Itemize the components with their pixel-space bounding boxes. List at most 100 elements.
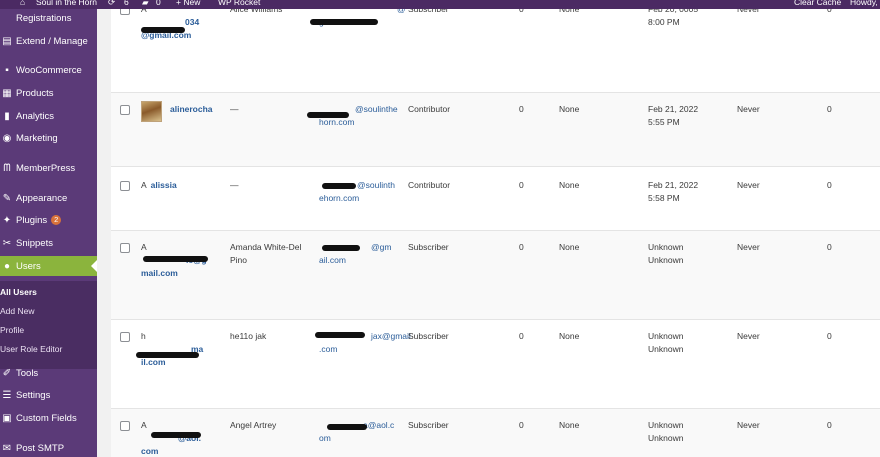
sidebar-item-analytics[interactable]: ▮ Analytics — [0, 106, 97, 126]
sidebar-item-products[interactable]: ▦ Products — [0, 83, 97, 103]
registered-cell: Feb 20, 0005 8:00 PM — [648, 9, 698, 29]
redaction-mark — [307, 112, 349, 118]
registered-date: Unknown — [648, 420, 684, 430]
user-name: — — [230, 104, 239, 114]
sidebar-item-extend-manage[interactable]: ▤ Extend / Manage — [0, 31, 97, 51]
username-cell: A @aol. com — [141, 419, 201, 457]
last-login-cell: Never — [737, 104, 760, 114]
home-icon[interactable]: ⌂ — [20, 0, 25, 8]
count-cell: 0 — [827, 104, 832, 114]
count-cell: 0 — [827, 420, 832, 430]
sidebar-item-appearance[interactable]: ✎ Appearance — [0, 188, 97, 208]
sidebar-item-label: Analytics — [16, 110, 55, 122]
sidebar-item-label: Plugins — [16, 214, 48, 226]
last-login-cell: Never — [737, 331, 760, 341]
sidebar-item-settings[interactable]: ☰ Settings — [0, 385, 97, 405]
woo-icon: ▪ — [5, 64, 9, 76]
username-initial: h — [141, 331, 146, 341]
last-login-cell: Never — [737, 9, 760, 14]
registered-date: 5:55 PM — [648, 117, 680, 127]
registered-date: Unknown — [648, 242, 684, 252]
email-link[interactable]: ail.com — [319, 254, 391, 267]
email-cell: a@aol.c om — [319, 419, 394, 445]
appearance-icon: ✎ — [2, 192, 12, 204]
submenu-item-profile[interactable]: Profile — [0, 325, 24, 335]
email-link[interactable]: ehorn.com — [319, 192, 395, 205]
count-cell: 0 — [827, 331, 832, 341]
posts-count: 0 — [519, 180, 524, 190]
registered-cell: Feb 21, 2022 5:58 PM — [648, 179, 698, 205]
sidebar-item-marketing[interactable]: ◉ Marketing — [0, 128, 97, 148]
redaction-mark — [151, 432, 201, 438]
submenu-item-user-role-editor[interactable]: User Role Editor — [0, 344, 62, 354]
submenu-item-add-new[interactable]: Add New — [0, 306, 35, 316]
user-name: — — [230, 180, 239, 190]
row-checkbox[interactable] — [120, 105, 130, 115]
username-link[interactable]: alinerocha — [170, 103, 213, 116]
credentials-cell: None — [559, 104, 580, 114]
role-cell: Subscriber — [408, 331, 449, 341]
registered-date: Feb 21, 2022 — [648, 180, 699, 190]
wp-rocket-link[interactable]: WP Rocket — [218, 0, 260, 8]
sidebar-item-label: Users — [16, 260, 41, 272]
email-link[interactable]: @ — [319, 9, 406, 16]
redaction-mark — [315, 332, 365, 338]
registered-date: Unknown — [648, 433, 684, 443]
sidebar-item-tools[interactable]: ✐ Tools — [0, 363, 97, 383]
sidebar-item-label: Extend / Manage — [16, 35, 88, 47]
row-checkbox[interactable] — [120, 332, 130, 342]
comments-icon[interactable]: ▰ — [142, 0, 149, 8]
submenu-item-all-users[interactable]: All Users — [0, 287, 37, 297]
row-checkbox[interactable] — [120, 243, 130, 253]
redaction-mark — [310, 19, 378, 25]
settings-icon: ☰ — [2, 389, 12, 401]
row-checkbox[interactable] — [120, 9, 130, 15]
sidebar-item-woocommerce[interactable]: ▪ WooCommerce — [0, 60, 97, 80]
redaction-mark — [327, 424, 367, 430]
table-row: Aalissia — @soulinth ehorn.com Contributor 0 N… — [111, 167, 880, 231]
sidebar-item-memberpress[interactable]: ᗰ MemberPress — [0, 158, 97, 178]
table-row: A @aol. com Angel Artrey a@aol.c om Subscriber… — [111, 409, 880, 457]
email-link[interactable]: .com — [319, 343, 411, 356]
username-link[interactable]: alissia — [151, 180, 177, 190]
clear-cache-link[interactable]: Clear Cache — [794, 0, 841, 8]
registrations-icon — [2, 13, 12, 23]
count-cell: 0 — [827, 242, 832, 252]
comments-count[interactable]: 0 — [156, 0, 161, 8]
table-row: h ma il.com he11o jak jax@gmail .com Subscribe… — [111, 320, 880, 409]
plugins-icon: ✦ — [2, 214, 12, 226]
username-cell: h ma il.com — [141, 330, 203, 369]
redaction-mark — [322, 183, 356, 189]
username-initial: A — [141, 242, 147, 252]
sidebar-item-snippets[interactable]: ✂ Snippets — [0, 233, 97, 253]
sidebar-item-label: Products — [16, 87, 54, 99]
row-checkbox[interactable] — [120, 421, 130, 431]
sidebar-item-plugins[interactable]: ✦ Plugins 2 — [0, 210, 97, 230]
sidebar-item-registrations[interactable]: Registrations — [0, 9, 97, 28]
tools-icon: ✐ — [2, 367, 12, 379]
name-cell: he11o jak — [230, 330, 266, 343]
site-name-link[interactable]: Soul in the Horn — [36, 0, 97, 8]
posts-count: 0 — [519, 9, 524, 14]
username-link[interactable]: mail.com — [141, 267, 207, 280]
howdy-account-link[interactable]: Howdy, — [850, 0, 878, 8]
new-content-link[interactable]: + New — [176, 0, 200, 8]
memberpress-icon: ᗰ — [3, 162, 11, 174]
sidebar-item-label: Appearance — [16, 192, 68, 204]
sidebar-item-post-smtp[interactable]: ✉ Post SMTP — [0, 438, 97, 457]
last-login-cell: Never — [737, 420, 760, 430]
username-cell: A 034 @gmail.com — [141, 9, 199, 42]
username-initial: A — [141, 9, 147, 14]
registered-date: Feb 21, 2022 — [648, 104, 699, 114]
sidebar-item-users[interactable]: ● Users — [0, 256, 97, 276]
updates-count[interactable]: 6 — [124, 0, 129, 8]
updates-icon[interactable]: ⟳ — [108, 0, 115, 8]
custom-fields-icon: ▣ — [2, 412, 12, 424]
main-content: A034@gmail.comAlice Williams@gmail.comSu… — [97, 9, 880, 457]
sidebar-item-label: Tools — [16, 367, 39, 379]
table-row: Ale@gmail.comAmanda White-DelPino@gmail.… — [111, 231, 880, 320]
username-link[interactable]: com — [141, 445, 201, 457]
email-link[interactable]: om — [319, 432, 394, 445]
sidebar-item-custom-fields[interactable]: ▣ Custom Fields — [0, 408, 97, 428]
row-checkbox[interactable] — [120, 181, 130, 191]
